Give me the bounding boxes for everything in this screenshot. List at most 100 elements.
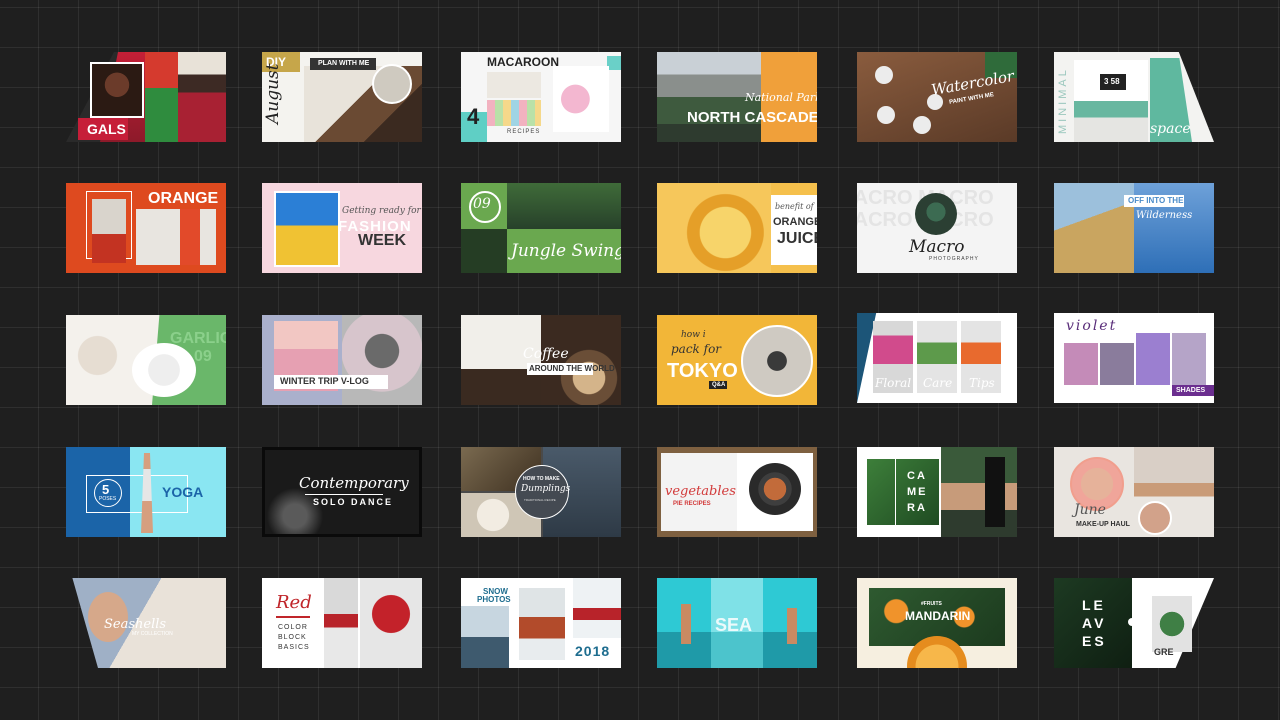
macaroon-sub: RECIPES bbox=[507, 129, 541, 135]
thumb-north-cascades[interactable]: National Park NORTH CASCADES bbox=[657, 52, 817, 142]
gals-portrait bbox=[90, 62, 144, 118]
diy-banner-text: PLAN WITH ME bbox=[318, 60, 370, 67]
violet-sub: SHADES bbox=[1176, 387, 1206, 394]
thumb-jungle-swing[interactable]: 09 Jungle Swing bbox=[461, 183, 621, 273]
thumb-minimal-space[interactable]: MINIMAL 3 58 space bbox=[1054, 52, 1214, 142]
fashion-line1: Getting ready for bbox=[342, 206, 421, 216]
thumb-seashells[interactable]: Seashells MY COLLECTION bbox=[66, 578, 226, 668]
orange-photo-right bbox=[136, 209, 216, 265]
thumb-camera[interactable]: CA ME RA bbox=[857, 447, 1017, 537]
red-script: Red bbox=[276, 592, 312, 613]
violet-photo-2 bbox=[1100, 343, 1134, 385]
coffee-script: Coffee bbox=[523, 346, 569, 362]
dance-line2: SOLO DANCE bbox=[313, 497, 394, 507]
thumb-yoga[interactable]: 5 POSES YOGA bbox=[66, 447, 226, 537]
gals-photo-mid bbox=[145, 52, 178, 142]
thumb-macro[interactable]: MACRO MACRO MACRO MACRO Macro PHOTOGRAPH… bbox=[857, 183, 1017, 273]
tokyo-circle-photo bbox=[741, 325, 813, 397]
fashion-line3: WEEK bbox=[358, 232, 406, 249]
leaves-right: GRE bbox=[1154, 647, 1174, 657]
winter-title: WINTER TRIP V-LOG bbox=[280, 376, 369, 386]
mandarin-small: #FRUITS bbox=[921, 601, 942, 607]
macaroon-photo-c bbox=[553, 66, 609, 132]
camera-person-photo bbox=[941, 447, 1017, 537]
thumb-gals[interactable]: GALS bbox=[66, 52, 226, 142]
macaroon-number: 4 bbox=[467, 104, 480, 129]
makeup-sub: MAKE-UP HAUL bbox=[1076, 521, 1130, 528]
camera-l1: CA bbox=[907, 470, 927, 482]
cascades-title: NORTH CASCADES bbox=[687, 109, 817, 126]
camera-l2: ME bbox=[907, 486, 928, 498]
leaves-plant-photo bbox=[1152, 596, 1192, 652]
diy-month: August bbox=[263, 63, 283, 124]
thumb-orange-juice[interactable]: benefit of ORANGE JUICE bbox=[657, 183, 817, 273]
watercolor-dot-4 bbox=[913, 116, 931, 134]
veg-sub: PIE RECIPES bbox=[673, 501, 711, 507]
red-photo-mid bbox=[324, 578, 358, 668]
yoga-small: POSES bbox=[99, 496, 117, 502]
snow-photo-mid bbox=[519, 588, 565, 660]
thumb-red-color-block[interactable]: Red COLOR BLOCK BASICS bbox=[262, 578, 422, 668]
thumb-mandarin[interactable]: #FRUITS MANDARIN bbox=[857, 578, 1017, 668]
thumb-makeup-haul[interactable]: June MAKE-UP HAUL bbox=[1054, 447, 1214, 537]
juice-line2: JUICE bbox=[777, 230, 817, 247]
jungle-photo-top bbox=[507, 183, 621, 229]
sea-title: SEA bbox=[715, 615, 753, 635]
thumb-coffee[interactable]: Coffee AROUND THE WORLD bbox=[461, 315, 621, 405]
snow-photo-left bbox=[461, 606, 509, 668]
leaves-l1: LE bbox=[1082, 597, 1106, 613]
watercolor-dot-1 bbox=[875, 66, 893, 84]
floral-w3: Tips bbox=[969, 376, 995, 390]
thumb-fashion-week[interactable]: Getting ready for FASHION WEEK bbox=[262, 183, 422, 273]
thumb-diy-august[interactable]: DIY August PLAN WITH ME bbox=[262, 52, 422, 142]
leaves-l2: AV bbox=[1082, 615, 1107, 631]
violet-title: violet bbox=[1066, 318, 1118, 334]
orange-photo-left bbox=[92, 199, 126, 263]
thumb-solo-dance[interactable]: Contemporary SOLO DANCE bbox=[262, 447, 422, 537]
floral-w1: Floral bbox=[875, 376, 912, 390]
wild-line2: Wilderness bbox=[1136, 210, 1193, 221]
cascades-script: National Park bbox=[745, 91, 817, 104]
winter-photo-right bbox=[342, 315, 422, 405]
thumb-watercolor[interactable]: Watercolor PAINT WITH ME bbox=[857, 52, 1017, 142]
thumb-dumplings[interactable]: HOW TO MAKE Dumplings TRADITIONAL RECIPE bbox=[461, 447, 621, 537]
tokyo-script1: how i bbox=[681, 330, 706, 340]
juice-script: benefit of bbox=[775, 202, 814, 211]
thumb-orange[interactable]: ORANGE bbox=[66, 183, 226, 273]
thumb-macaroon[interactable]: MACAROON 4 RECIPES bbox=[461, 52, 621, 142]
space-vertical: MINIMAL bbox=[1057, 67, 1069, 134]
wild-line1: OFF INTO THE bbox=[1128, 196, 1184, 205]
tokyo-badge: Q&A bbox=[712, 382, 726, 388]
thumb-wilderness[interactable]: OFF INTO THE Wilderness bbox=[1054, 183, 1214, 273]
gals-title: GALS bbox=[87, 121, 126, 137]
red-photo-right bbox=[360, 578, 422, 668]
watercolor-dot-2 bbox=[877, 106, 895, 124]
leaves-dot bbox=[1128, 618, 1136, 626]
garlic-number: 09 bbox=[194, 348, 212, 365]
thumb-tokyo[interactable]: how i pack for TOKYO Q&A bbox=[657, 315, 817, 405]
space-clock-text: 3 58 bbox=[1104, 77, 1120, 86]
thumb-floral-care[interactable]: Floral Care Tips bbox=[857, 313, 1017, 403]
dumplings-line2: Dumplings bbox=[521, 484, 571, 494]
thumb-leaves[interactable]: LE AV ES GRE bbox=[1054, 578, 1214, 668]
thumb-winter-trip[interactable]: WINTER TRIP V-LOG bbox=[262, 315, 422, 405]
red-l3: BASICS bbox=[278, 644, 310, 651]
dumplings-line1: HOW TO MAKE bbox=[523, 476, 560, 482]
sea-person-left bbox=[681, 604, 691, 644]
thumb-vegetables[interactable]: vegetables PIE RECIPES bbox=[657, 447, 817, 537]
wild-photo-left bbox=[1054, 183, 1134, 273]
macaroon-title: MACAROON bbox=[487, 55, 559, 69]
orange-title: ORANGE bbox=[148, 190, 219, 207]
makeup-script: June bbox=[1074, 502, 1106, 518]
thumb-violet[interactable]: violet SHADES bbox=[1054, 313, 1214, 403]
seashells-script: Seashells bbox=[104, 617, 167, 632]
garlic-title: GARLIC bbox=[170, 330, 226, 347]
camera-l3: RA bbox=[907, 502, 927, 514]
thumb-garlic[interactable]: GARLIC 09 bbox=[66, 315, 226, 405]
thumb-snow-photos[interactable]: SNOW PHOTOS 2018 bbox=[461, 578, 621, 668]
jungle-number: 09 bbox=[473, 196, 491, 212]
veg-plate bbox=[749, 463, 801, 515]
thumb-sea[interactable]: SEA bbox=[657, 578, 817, 668]
garlic-plate bbox=[132, 343, 196, 397]
juice-line1: ORANGE bbox=[773, 216, 817, 228]
